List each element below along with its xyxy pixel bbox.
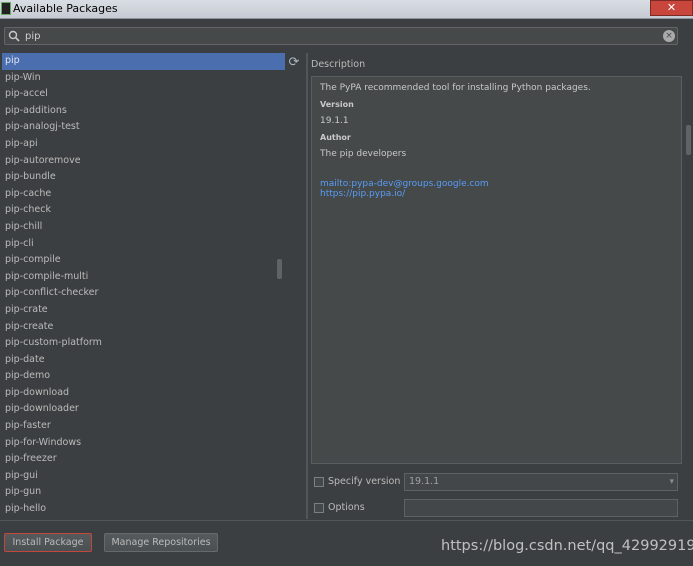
package-list-item[interactable]: pip-gui bbox=[2, 468, 285, 485]
package-list-item[interactable]: pip-Win bbox=[2, 70, 285, 87]
version-dropdown[interactable]: 19.1.1 ▾ bbox=[404, 473, 678, 491]
search-icon[interactable] bbox=[8, 30, 21, 43]
package-list-item[interactable]: pip-autoremove bbox=[2, 153, 285, 170]
package-list-item[interactable]: pip-downloader bbox=[2, 401, 285, 418]
watermark-text: https://blog.csdn.net/qq_42992919 bbox=[441, 538, 693, 554]
package-summary: The PyPA recommended tool for installing… bbox=[320, 83, 591, 93]
clear-search-icon[interactable]: × bbox=[663, 30, 675, 42]
package-list-item[interactable]: pip-freezer bbox=[2, 451, 285, 468]
package-list-item[interactable]: pip-accel bbox=[2, 86, 285, 103]
panel-divider[interactable] bbox=[306, 53, 308, 519]
package-list-item[interactable]: pip-crate bbox=[2, 302, 285, 319]
version-heading: Version bbox=[320, 100, 354, 109]
package-list-item[interactable]: pip-chill bbox=[2, 219, 285, 236]
package-list-item[interactable]: pip-compile-multi bbox=[2, 269, 285, 286]
package-list-item[interactable]: pip-compile bbox=[2, 252, 285, 269]
options-checkbox[interactable] bbox=[314, 503, 324, 513]
version-dropdown-value: 19.1.1 bbox=[409, 476, 440, 487]
description-panel: The PyPA recommended tool for installing… bbox=[311, 76, 682, 464]
manage-repositories-button[interactable]: Manage Repositories bbox=[104, 533, 218, 552]
install-package-button[interactable]: Install Package bbox=[4, 533, 92, 552]
specify-version-checkbox[interactable] bbox=[314, 477, 324, 487]
package-list-item[interactable]: pip-gun bbox=[2, 484, 285, 501]
package-list-item[interactable]: pip bbox=[2, 53, 285, 70]
package-list-item[interactable]: pip-create bbox=[2, 319, 285, 336]
description-scrollbar[interactable] bbox=[686, 125, 691, 155]
window-title: Available Packages bbox=[13, 2, 118, 15]
package-list-item[interactable]: pip-conflict-checker bbox=[2, 285, 285, 302]
chevron-down-icon: ▾ bbox=[669, 477, 674, 487]
author-value: The pip developers bbox=[320, 149, 407, 159]
version-value: 19.1.1 bbox=[320, 116, 349, 126]
package-list-item[interactable]: pip-check bbox=[2, 202, 285, 219]
options-field[interactable] bbox=[404, 499, 678, 517]
package-list-item[interactable]: pip-cache bbox=[2, 186, 285, 203]
footer-divider bbox=[0, 520, 693, 521]
mailto-link[interactable]: mailto:pypa-dev@groups.google.com bbox=[320, 179, 673, 189]
search-box: × bbox=[4, 27, 678, 45]
package-list-item[interactable]: pip-bundle bbox=[2, 169, 285, 186]
package-list-item[interactable]: pip-custom-platform bbox=[2, 335, 285, 352]
package-list-item[interactable]: pip-hello bbox=[2, 501, 285, 518]
package-list-item[interactable]: pip-cli bbox=[2, 236, 285, 253]
homepage-link[interactable]: https://pip.pypa.io/ bbox=[320, 189, 673, 199]
package-list[interactable]: pip pip-Win pip-accel pip-additions pip-anal… bbox=[2, 53, 285, 519]
package-list-item[interactable]: pip-api bbox=[2, 136, 285, 153]
package-list-item[interactable]: pip-date bbox=[2, 352, 285, 369]
author-heading: Author bbox=[320, 133, 351, 142]
package-list-item[interactable]: pip-faster bbox=[2, 418, 285, 435]
specify-version-label: Specify version bbox=[328, 476, 401, 487]
description-label: Description bbox=[311, 59, 366, 70]
package-list-item[interactable]: pip-analogj-test bbox=[2, 119, 285, 136]
package-list-item[interactable]: pip-for-Windows bbox=[2, 435, 285, 452]
package-list-scrollbar[interactable] bbox=[277, 259, 282, 279]
options-label: Options bbox=[328, 502, 365, 513]
refresh-icon[interactable]: ⟳ bbox=[287, 56, 301, 70]
search-input[interactable] bbox=[25, 29, 645, 43]
package-list-item[interactable]: pip-download bbox=[2, 385, 285, 402]
close-button[interactable]: ✕ bbox=[650, 0, 693, 16]
title-bar: Available Packages ✕ bbox=[0, 0, 693, 19]
package-list-item[interactable]: pip-demo bbox=[2, 368, 285, 385]
package-list-item[interactable]: pip-additions bbox=[2, 103, 285, 120]
app-icon bbox=[1, 2, 11, 15]
